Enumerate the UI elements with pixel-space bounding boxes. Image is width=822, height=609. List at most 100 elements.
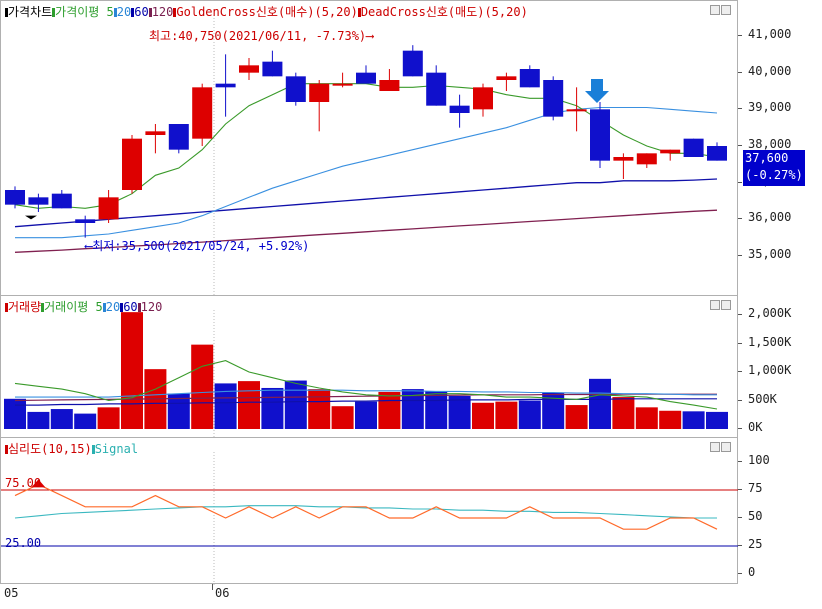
- candle-body: [51, 193, 72, 209]
- volume-bar: [635, 407, 658, 429]
- x-tick-label: 06: [215, 586, 230, 600]
- candle-body: [215, 83, 236, 88]
- y-tick-label: 0K: [748, 420, 763, 434]
- y-tick-label: 50: [748, 509, 763, 523]
- volume-bar: [425, 391, 448, 429]
- legend-label: 심리도(10,15): [8, 442, 92, 456]
- candle-body: [168, 124, 189, 150]
- candle-body: [660, 149, 681, 154]
- candle-body: [122, 138, 142, 190]
- legend-item[interactable]: 120: [148, 5, 174, 19]
- volume-bar: [284, 380, 307, 429]
- legend-label: 120: [151, 5, 174, 19]
- y-tick-label: 75: [748, 481, 763, 495]
- volume-bar: [355, 401, 377, 429]
- legend-item[interactable]: 20: [102, 300, 120, 314]
- y-tick-mark: [738, 489, 742, 490]
- legend-label: 가격이평 5: [55, 5, 114, 19]
- candle-body: [473, 87, 493, 110]
- legend-item[interactable]: 거래량: [5, 300, 41, 314]
- legend-label: GoldenCross신호(매수)(5,20): [176, 5, 358, 19]
- candle-body: [519, 69, 540, 88]
- psy-chart-plot[interactable]: [1, 438, 739, 585]
- volume-bar: [50, 409, 73, 429]
- legend-label: 60: [123, 300, 138, 314]
- legend-item[interactable]: Signal: [91, 442, 138, 456]
- price-y-axis: 41,00040,00039,00038,00037,00036,00035,0…: [738, 0, 822, 296]
- legend-item[interactable]: 60: [120, 300, 138, 314]
- candle-body: [590, 109, 610, 161]
- volume-bar: [682, 411, 705, 429]
- legend-item[interactable]: 120: [137, 300, 163, 314]
- y-tick-label: 36,000: [748, 210, 792, 225]
- candle-body: [145, 131, 166, 135]
- legend-label: 120: [140, 300, 163, 314]
- y-tick-label: 2,000K: [748, 306, 792, 320]
- legend-label: 거래이평 5: [44, 300, 103, 314]
- candle-body: [28, 197, 49, 205]
- panel-close-button[interactable]: [721, 442, 731, 452]
- panel-close-button[interactable]: [721, 5, 731, 15]
- candle-body: [636, 153, 657, 165]
- volume-bar: [472, 402, 494, 429]
- panel-minimize-button[interactable]: [710, 442, 720, 452]
- candle-body: [262, 61, 283, 77]
- ma60-line: [14, 178, 718, 228]
- legend-item[interactable]: GoldenCross신호(매수)(5,20): [173, 5, 358, 19]
- candle-body: [309, 83, 330, 102]
- candle-body: [332, 83, 353, 86]
- panel-minimize-button[interactable]: [710, 5, 720, 15]
- volume-chart-plot[interactable]: [1, 296, 739, 439]
- low-annotation: ⟵최저:35,500(2021/05/24, +5.92%): [85, 239, 310, 253]
- y-tick-label: 40,000: [748, 63, 792, 78]
- volume-bar: [97, 407, 120, 429]
- price-panel[interactable]: 가격차트 가격이평 5 20 60 120 GoldenCross신호(매수)(5,20)…: [0, 0, 738, 297]
- y-tick-label: 500K: [748, 391, 777, 406]
- legend-label: 가격차트: [8, 5, 53, 19]
- volume-panel[interactable]: 거래량 거래이평 5 20 60 120: [0, 295, 739, 439]
- line-label-25: 25.00: [5, 536, 42, 550]
- volume-bar: [659, 410, 682, 429]
- candle-body: [379, 80, 400, 91]
- panel-minimize-button[interactable]: [710, 300, 720, 310]
- legend-item[interactable]: 가격차트: [5, 5, 52, 19]
- legend-label: 60: [134, 5, 149, 19]
- volume-bar: [308, 389, 331, 429]
- y-tick-label: 25: [748, 537, 763, 551]
- legend-item[interactable]: 거래이평 5: [41, 300, 103, 314]
- price-legend: 가격차트 가격이평 5 20 60 120 GoldenCross신호(매수)(5,20)…: [5, 3, 528, 20]
- psy-line: [14, 483, 718, 530]
- candle-body: [75, 219, 96, 223]
- legend-item[interactable]: 심리도(10,15): [5, 442, 92, 456]
- y-tick-mark: [738, 461, 742, 462]
- y-tick-mark: [738, 218, 742, 220]
- candle-body: [285, 76, 306, 102]
- y-tick-mark: [738, 342, 742, 344]
- legend-item[interactable]: 60: [131, 5, 149, 19]
- candle-body: [683, 138, 704, 157]
- candle-body: [496, 76, 517, 80]
- volume-bar: [518, 400, 541, 429]
- volume-bar: [565, 405, 588, 429]
- legend-label: DeadCross신호(매도)(5,20): [360, 5, 528, 19]
- legend-item[interactable]: DeadCross신호(매도)(5,20): [357, 5, 528, 19]
- line-label-75: 75.00: [5, 476, 42, 490]
- volume-bar: [4, 398, 26, 429]
- volume-y-axis: 2,000K 1,500K 1,000K 500K 0K: [738, 295, 822, 438]
- x-tick-mark: [212, 584, 213, 590]
- panel-close-button[interactable]: [721, 300, 731, 310]
- legend-item[interactable]: 가격이평 5: [52, 5, 114, 19]
- legend-item[interactable]: 20: [113, 5, 131, 19]
- y-tick-mark: [738, 255, 742, 256]
- y-tick-label: 1,500K: [748, 334, 792, 349]
- candle-body: [426, 72, 447, 106]
- psy-panel[interactable]: 심리도(10,15) Signal 75.00 25.00: [0, 437, 739, 585]
- volume-bar: [214, 383, 237, 429]
- y-tick-mark: [738, 517, 742, 518]
- volume-bar: [261, 387, 284, 429]
- legend-label: 거래량: [8, 300, 42, 314]
- volume-bar: [331, 406, 354, 429]
- psy-y-axis: 100 75 50 25 0: [738, 437, 822, 584]
- candle-body: [543, 80, 564, 117]
- current-price: 37,600: [745, 151, 789, 165]
